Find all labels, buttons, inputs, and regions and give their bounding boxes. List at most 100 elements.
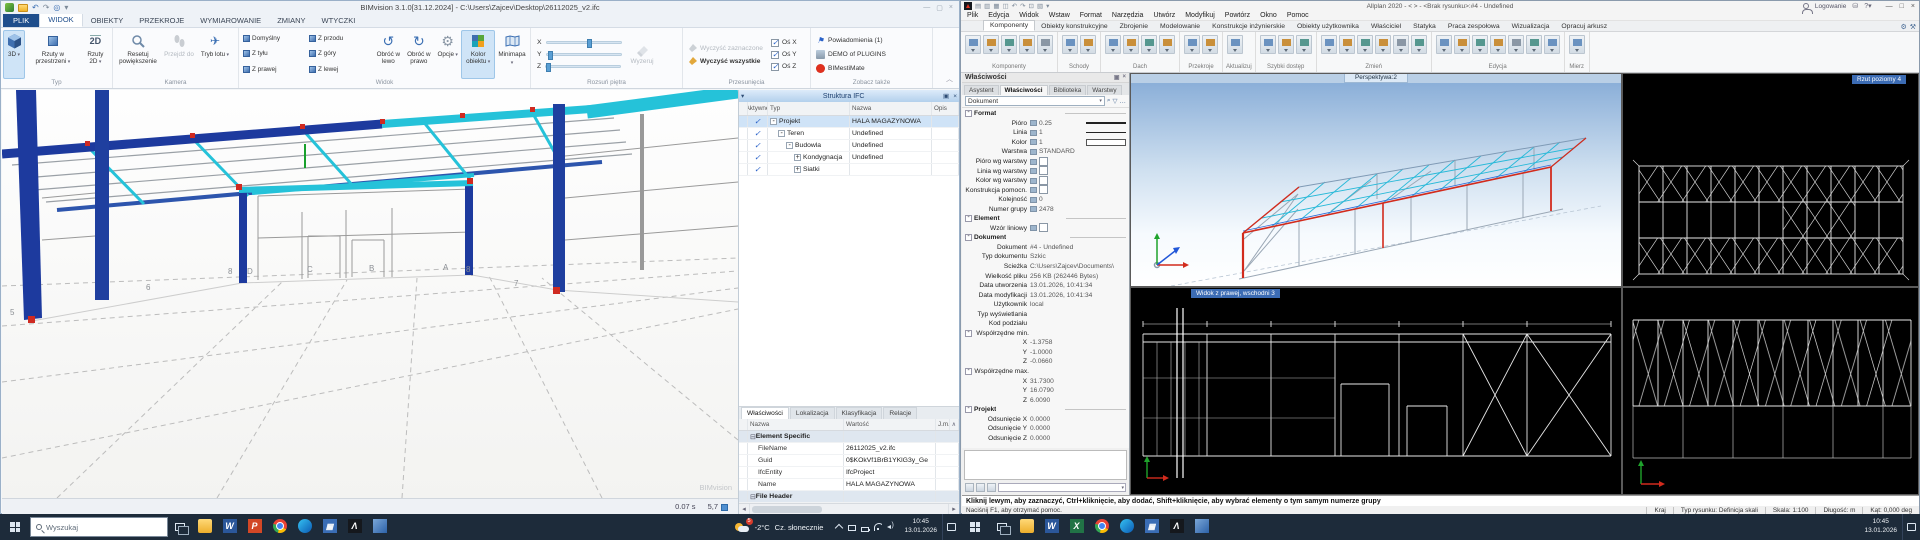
property-row[interactable]: Typ dokumentu Szkic <box>962 252 1129 262</box>
rotate-left-button[interactable]: ↺ Obróć w lewo <box>374 30 403 79</box>
minimize-icon[interactable]: — <box>923 4 930 12</box>
favorites-select[interactable]: ▾ <box>998 483 1126 492</box>
ribbon-tab[interactable]: OBIEKTY <box>83 14 132 27</box>
ifc-tree-row[interactable]: -Budowla Undefined <box>739 140 959 152</box>
horizontal-scrollbar[interactable]: ◂ ▸ <box>739 503 959 514</box>
save-icon[interactable]: ▦ <box>993 3 999 10</box>
ribbon-tab[interactable]: Opracuj arkusz <box>1555 22 1613 31</box>
property-row[interactable]: Numer grupy 2478 <box>962 204 1129 214</box>
action-center-button[interactable] <box>942 514 960 540</box>
scroll-up-icon[interactable]: ∧ <box>950 419 959 430</box>
slider-track[interactable] <box>546 41 622 44</box>
axis-slider[interactable]: Y <box>537 50 622 60</box>
scroll-right-icon[interactable]: ▸ <box>948 504 959 514</box>
wifi-icon[interactable] <box>874 523 882 531</box>
clear-selected-button[interactable]: Wyczyść zaznaczone <box>688 42 764 54</box>
visibility-checkbox[interactable] <box>748 152 768 163</box>
viewport-elevation[interactable]: Widok z prawej, wschodni 3 <box>1130 287 1622 495</box>
property-row[interactable]: Typ wyświetlania <box>962 309 1129 319</box>
open-icon[interactable]: ▥ <box>984 3 990 10</box>
slider-thumb[interactable] <box>587 39 592 48</box>
scope-select[interactable]: Dokument▾ <box>965 96 1105 106</box>
column-typ[interactable]: Typ <box>768 102 850 115</box>
property-row[interactable]: Y 16.0790 <box>962 386 1129 396</box>
taskbar-app-button[interactable] <box>1114 514 1139 540</box>
menu-item[interactable]: Utwórz <box>1153 12 1175 19</box>
see-also-item[interactable]: BIMestiMate <box>816 62 886 75</box>
maximize-icon[interactable]: ▢ <box>936 4 943 12</box>
taskbar-app-button[interactable] <box>1189 514 1214 540</box>
visibility-checkbox[interactable] <box>748 128 768 139</box>
property-row[interactable]: Użytkownik local <box>962 300 1129 310</box>
see-also-item[interactable]: Powiadomienia (1) <box>816 34 886 47</box>
open-file-icon[interactable] <box>18 4 28 12</box>
tools-icon[interactable]: ▧ <box>1037 3 1043 10</box>
ribbon-tab[interactable]: ZMIANY <box>269 14 313 27</box>
expander-icon[interactable]: - <box>965 406 972 413</box>
property-row[interactable]: Kolejność 0 <box>962 195 1129 205</box>
expander-icon[interactable]: - <box>965 215 972 222</box>
taskbar-clock[interactable]: 10:45 13.01.2026 <box>1859 518 1902 536</box>
ifc-tree-row[interactable]: -Projekt HALA MAGAZYNOWA <box>739 116 959 128</box>
viewport-perspective[interactable]: Perspektywa:2 <box>1130 73 1622 287</box>
panel-dock-icon[interactable]: ▣ <box>941 92 951 100</box>
tool-icon[interactable] <box>1508 35 1524 54</box>
palette-tab[interactable]: Biblioteka <box>1049 85 1087 95</box>
rotate-right-button[interactable]: ↻ Obróć w prawo <box>404 30 434 79</box>
tool-icon[interactable] <box>1569 35 1585 54</box>
tool-icon[interactable] <box>1375 35 1391 54</box>
column-opis[interactable]: Opis <box>932 102 959 115</box>
expander-icon[interactable]: - <box>965 234 972 241</box>
expander-icon[interactable]: + <box>794 154 801 161</box>
more-icon[interactable]: … <box>1120 98 1127 105</box>
property-row[interactable]: Y -1.0000 <box>962 348 1129 358</box>
shop-cart-icon[interactable]: ⛁ <box>1852 2 1858 10</box>
ribbon-tab[interactable]: PLIK <box>3 14 39 27</box>
status-field[interactable]: Kąt: 0,000 deg <box>1862 507 1919 514</box>
palette-tab[interactable]: Właściwości <box>1000 85 1048 95</box>
taskbar-app-button[interactable] <box>1014 514 1039 540</box>
viewport-side-elevation[interactable] <box>1622 287 1919 495</box>
axis-checkbox[interactable]: Oś Y <box>771 49 797 60</box>
battery-icon[interactable] <box>861 527 869 532</box>
minimap-button[interactable]: Minimapa <box>496 30 528 79</box>
ribbon-tab[interactable]: WIDOK <box>39 12 82 27</box>
status-field[interactable]: Typ rysunku: Definicja skali <box>1673 507 1765 514</box>
tool-icon[interactable] <box>1393 35 1409 54</box>
tool-icon[interactable] <box>1202 35 1218 54</box>
expander-icon[interactable]: - <box>778 130 785 137</box>
property-row[interactable]: Data utworzenia 13.01.2026, 10:41:34 <box>962 281 1129 291</box>
slider-track[interactable] <box>545 65 621 68</box>
visibility-checkbox[interactable] <box>748 140 768 151</box>
load-favorite-icon[interactable] <box>976 483 985 492</box>
view-direction-button[interactable]: Z przodu <box>307 32 373 44</box>
status-field[interactable]: Długość: m <box>1815 507 1862 514</box>
ribbon-tab[interactable]: Obiekty użytkownika <box>1291 22 1365 31</box>
clear-all-button[interactable]: Wyczyść wszystkie <box>688 55 764 67</box>
task-view-button[interactable] <box>990 514 1014 540</box>
panel-close-icon[interactable]: × <box>951 93 959 100</box>
search-icon[interactable]: ⌕ <box>1107 97 1111 105</box>
slider-thumb[interactable] <box>548 51 553 60</box>
palette-close-icon[interactable]: × <box>1122 74 1126 81</box>
tool-icon[interactable] <box>983 35 999 54</box>
tool-icon[interactable] <box>1105 35 1121 54</box>
property-row[interactable]: Name HALA MAGAZYNOWA <box>739 479 959 491</box>
redo-icon[interactable]: ↷ <box>1020 3 1025 10</box>
search-input[interactable]: Wyszukaj <box>30 517 168 537</box>
tool-icon[interactable] <box>1123 35 1139 54</box>
slider-thumb[interactable] <box>546 63 551 72</box>
filter-icon[interactable]: ▽ <box>1113 97 1118 105</box>
status-field[interactable]: Skala: 1:100 <box>1765 507 1816 514</box>
property-row[interactable]: Linia 1 <box>962 128 1129 138</box>
print-icon[interactable]: ◫ <box>1002 3 1008 10</box>
collapse-ribbon-icon[interactable]: ︿ <box>940 74 959 88</box>
maximize-icon[interactable]: □ <box>1900 3 1904 10</box>
tool-icon[interactable] <box>1001 35 1017 54</box>
property-row[interactable]: - Współrzędne max. <box>962 367 1129 377</box>
tray-expand-icon[interactable] <box>835 523 843 531</box>
tool-icon[interactable] <box>1454 35 1470 54</box>
tool-icon[interactable] <box>1321 35 1337 54</box>
panel-menu-icon[interactable]: ▾ <box>739 92 746 100</box>
column-aktywne[interactable]: Aktywne <box>748 102 768 115</box>
